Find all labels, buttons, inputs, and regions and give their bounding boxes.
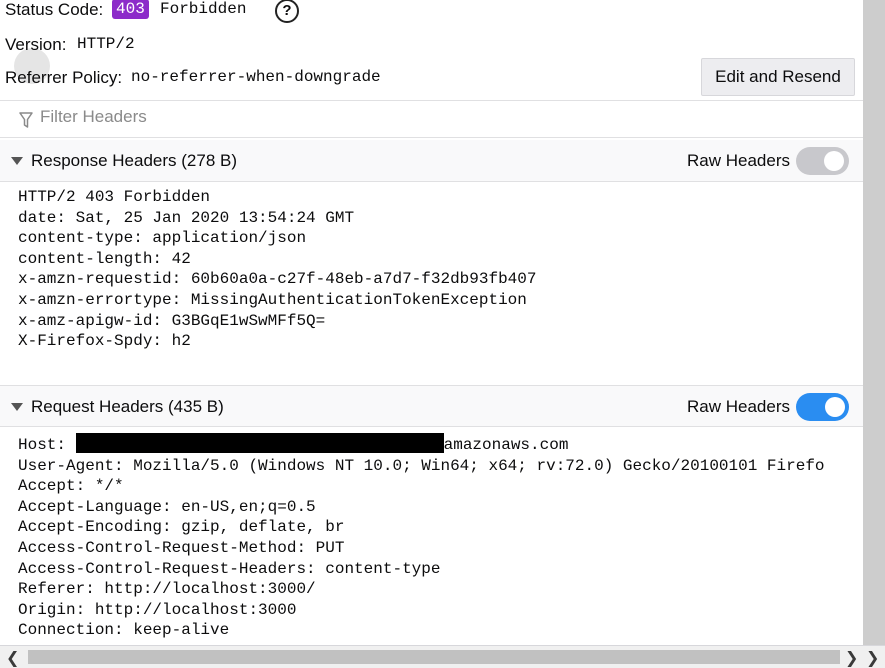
toggle-knob	[824, 151, 844, 171]
raw-line: Accept-Language: en-US,en;q=0.5	[18, 497, 316, 516]
triangle-down-icon[interactable]	[11, 157, 23, 165]
raw-line: content-length: 42	[18, 249, 191, 268]
request-headers-title: Request Headers (435 B)	[31, 397, 224, 416]
raw-line: x-amz-apigw-id: G3BGqE1wSwMFf5Q=	[18, 311, 326, 330]
raw-line: x-amzn-requestid: 60b60a0a-c27f-48eb-a7d…	[18, 270, 537, 289]
response-headers-raw: HTTP/2 403 Forbidden date: Sat, 25 Jan 2…	[18, 187, 536, 352]
horizontal-scroll-thumb[interactable]	[28, 650, 840, 664]
request-headers-header[interactable]: Request Headers (435 B) Raw Headers	[0, 385, 863, 427]
raw-line: x-amzn-errortype: MissingAuthenticationT…	[18, 290, 527, 309]
response-headers-header[interactable]: Response Headers (278 B) Raw Headers	[0, 140, 863, 182]
filter-funnel-icon	[19, 112, 33, 134]
response-raw-headers-toggle[interactable]	[796, 147, 849, 175]
referrer-policy-value: no-referrer-when-downgrade	[131, 68, 381, 86]
raw-line: content-type: application/json	[18, 229, 307, 248]
redacted-host	[75, 433, 444, 453]
chevron-left-icon[interactable]: ❮	[6, 648, 19, 668]
edit-and-resend-button[interactable]: Edit and Resend	[701, 58, 855, 96]
status-code-badge: 403	[112, 0, 149, 19]
raw-line: Accept-Encoding: gzip, deflate, br	[18, 518, 345, 537]
raw-line: Access-Control-Request-Headers: content-…	[18, 559, 441, 578]
raw-line: Connection: keep-alive	[18, 621, 230, 640]
vertical-scrollbar[interactable]	[863, 0, 885, 645]
raw-line: Referer: http://localhost:3000/	[18, 580, 316, 599]
help-circle-icon[interactable]: ?	[275, 0, 299, 23]
response-raw-headers-label: Raw Headers	[687, 151, 790, 170]
headers-panel: Status Code: 403 Forbidden ? Version: HT…	[0, 0, 863, 645]
response-headers-title: Response Headers (278 B)	[31, 151, 238, 170]
status-text: Forbidden	[160, 0, 247, 18]
triangle-down-icon[interactable]	[11, 403, 23, 411]
filter-bar	[0, 100, 863, 138]
raw-line: HTTP/2 403 Forbidden	[18, 188, 211, 206]
referrer-policy-label: Referrer Policy:	[5, 68, 123, 87]
chevron-right-icon[interactable]: ❯	[866, 648, 879, 668]
raw-line: Access-Control-Request-Method: PUT	[18, 538, 345, 557]
version-row: Version: HTTP/2	[0, 35, 863, 59]
toggle-knob	[825, 397, 845, 417]
horizontal-scrollbar[interactable]: ❮ ❯ ❯	[0, 645, 885, 668]
raw-line: Origin: http://localhost:3000	[18, 600, 297, 619]
host-suffix: amazonaws.com	[443, 436, 569, 454]
request-raw-headers-toggle[interactable]	[796, 393, 849, 421]
version-value: HTTP/2	[77, 35, 135, 53]
raw-line: Accept: */*	[18, 477, 124, 496]
raw-line: date: Sat, 25 Jan 2020 13:54:24 GMT	[18, 208, 355, 227]
raw-line: User-Agent: Mozilla/5.0 (Windows NT 10.0…	[18, 456, 825, 475]
filter-headers-input[interactable]	[40, 107, 440, 127]
status-row: Status Code: 403 Forbidden ?	[0, 0, 863, 24]
request-headers-raw: Host: amazonaws.com User-Agent: Mozilla/…	[18, 433, 825, 641]
host-label: Host:	[18, 436, 76, 454]
raw-line: X-Firefox-Spdy: h2	[18, 332, 191, 351]
status-label: Status Code:	[5, 0, 104, 19]
chevron-right-icon[interactable]: ❯	[845, 648, 858, 668]
request-raw-headers-label: Raw Headers	[687, 397, 790, 416]
